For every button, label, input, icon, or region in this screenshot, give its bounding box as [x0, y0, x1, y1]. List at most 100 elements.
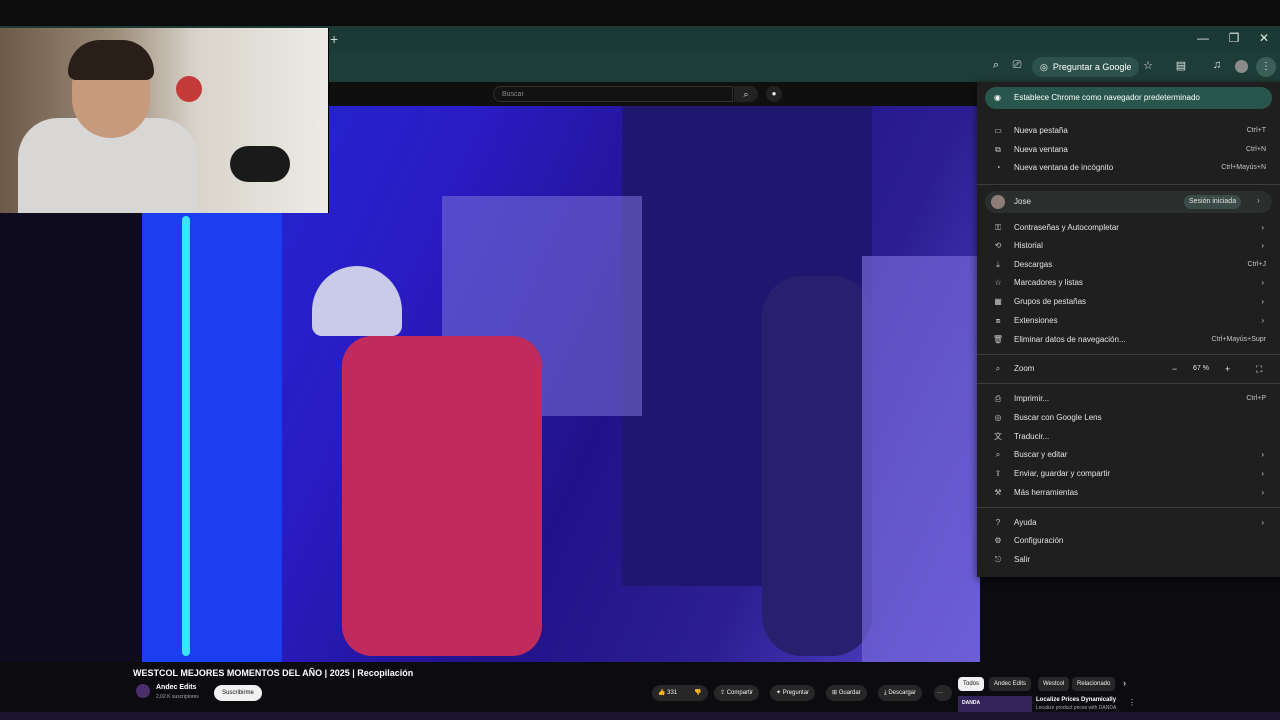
zoom-value: 67 %: [1193, 365, 1209, 372]
menu-item-more-tools[interactable]: ⚒ Más herramientas ›: [985, 484, 1272, 502]
menu-item-find-edit[interactable]: ⌕ Buscar y editar ›: [985, 446, 1272, 464]
media-control-icon[interactable]: ♫: [1209, 59, 1225, 71]
chevron-right-icon: ›: [1261, 450, 1264, 459]
menu-item-incognito[interactable]: ◔ Nueva ventana de incógnito Ctrl+Mayús+…: [985, 159, 1272, 177]
menu-item-label: Contraseñas y Autocompletar: [1014, 223, 1119, 232]
zoom-out-button[interactable]: −: [1172, 360, 1177, 378]
menu-item-shortcut: Ctrl+T: [1246, 127, 1266, 134]
chips-next-arrow[interactable]: ›: [1123, 678, 1126, 688]
profile-status-badge: Sesión iniciada: [1184, 195, 1242, 209]
set-default-label: Establece Chrome como navegador predeter…: [1014, 93, 1200, 102]
new-tab-button[interactable]: +: [330, 31, 338, 47]
menu-item-new-tab[interactable]: ▭ Nueva pestaña Ctrl+T: [985, 122, 1272, 140]
google-lens-icon: ◎: [994, 413, 1002, 422]
tools-icon: ⚒: [994, 488, 1002, 497]
chip-andec-edits[interactable]: Andec Edits: [989, 677, 1032, 691]
trash-icon: 🗑: [992, 335, 1004, 344]
menu-item-google-lens[interactable]: ◎ Buscar con Google Lens: [985, 409, 1272, 427]
menu-item-history[interactable]: ⟲ Historial ›: [985, 237, 1272, 255]
menu-item-label: Extensiones: [1014, 316, 1058, 325]
search-icon[interactable]: ⌕: [734, 86, 758, 102]
close-window-button[interactable]: ✕: [1254, 31, 1274, 45]
subscribe-button[interactable]: Suscribirme: [214, 685, 262, 701]
menu-item-shortcut: Ctrl+J: [1247, 261, 1266, 268]
channel-subscribers: 2,02 K suscriptores: [156, 694, 199, 700]
chevron-right-icon: ›: [1261, 316, 1264, 325]
menu-item-passwords[interactable]: ⚿ Contraseñas y Autocompletar ›: [985, 219, 1272, 237]
menu-item-new-window[interactable]: ⧉ Nueva ventana Ctrl+N: [985, 141, 1272, 159]
menu-item-label: Marcadores y listas: [1014, 278, 1083, 287]
chip-westcol[interactable]: Westcol: [1038, 677, 1070, 691]
bookmark-star-icon[interactable]: ☆: [1140, 59, 1156, 72]
minimize-button[interactable]: —: [1193, 31, 1213, 45]
print-icon: ⎙: [994, 394, 1002, 403]
menu-item-bookmarks[interactable]: ☆ Marcadores y listas ›: [985, 274, 1272, 292]
zoom-icon: ⌕: [995, 364, 1001, 373]
zoom-in-button[interactable]: +: [1225, 360, 1230, 378]
chevron-right-icon: ›: [1261, 297, 1264, 306]
video-person-2: [762, 276, 872, 656]
ask-button[interactable]: ✦ Preguntar: [770, 685, 816, 701]
dislike-button[interactable]: 👎: [690, 685, 708, 701]
menu-divider: [977, 184, 1280, 185]
video-glow-right: [862, 256, 980, 662]
menu-item-exit[interactable]: ⎋ Salir: [985, 551, 1272, 569]
google-lens-icon: ◎: [1040, 61, 1048, 72]
menu-item-extensions[interactable]: ⧈ Extensiones ›: [985, 312, 1272, 330]
menu-item-label: Historial: [1014, 241, 1043, 250]
channel-avatar[interactable]: [136, 684, 150, 698]
profile-avatar-icon[interactable]: [1235, 60, 1248, 73]
help-icon: ?: [995, 518, 1001, 527]
menu-item-downloads[interactable]: ⤓ Descargas Ctrl+J: [985, 256, 1272, 274]
set-default-browser-item[interactable]: ◉ Establece Chrome como navegador predet…: [985, 87, 1272, 109]
download-icon: ⤓: [996, 260, 1000, 269]
recommendation-menu-icon[interactable]: ⋮: [1128, 698, 1136, 707]
side-panel-icon[interactable]: ▤: [1173, 59, 1189, 72]
menu-item-label: Buscar con Google Lens: [1014, 413, 1102, 422]
menu-dots-icon[interactable]: ⋮: [1256, 57, 1276, 77]
menu-item-label: Nueva pestaña: [1014, 126, 1068, 135]
video-wall-left: [142, 206, 282, 662]
menu-item-label: Eliminar datos de navegación...: [1014, 335, 1126, 344]
menu-item-zoom: ⌕ Zoom − 67 % + ⛶: [985, 360, 1272, 378]
share-button[interactable]: ⇪ Compartir: [714, 685, 760, 701]
chip-relacionado[interactable]: Relacionado: [1072, 677, 1116, 691]
like-count: 331: [667, 690, 678, 696]
ask-google-button[interactable]: ◎ Preguntar a Google: [1032, 57, 1140, 77]
webcam-microphone: [230, 146, 290, 182]
restore-button[interactable]: ❐: [1224, 31, 1244, 45]
ask-label: Preguntar: [782, 690, 810, 696]
menu-item-share[interactable]: ⇪ Enviar, guardar y compartir ›: [985, 465, 1272, 483]
menu-item-label: Imprimir...: [1014, 394, 1050, 403]
save-button[interactable]: ⊞ Guardar: [826, 685, 867, 701]
history-icon: ⟲: [994, 241, 1002, 250]
video-person: [342, 336, 542, 656]
channel-name[interactable]: Andec Edits: [156, 684, 196, 691]
menu-item-label: Más herramientas: [1014, 488, 1079, 497]
menu-item-translate[interactable]: 文 Traducir...: [985, 428, 1272, 446]
microphone-icon[interactable]: ●: [766, 86, 782, 102]
menu-item-tab-groups[interactable]: ▦ Grupos de pestañas ›: [985, 293, 1272, 311]
chip-todos[interactable]: Todos: [958, 677, 985, 691]
recommendation-thumbnail-label: DANDA: [962, 700, 981, 706]
incognito-icon: ◔: [995, 163, 1001, 172]
chevron-right-icon: ›: [1261, 518, 1264, 527]
menu-item-clear-data[interactable]: 🗑 Eliminar datos de navegación... Ctrl+M…: [985, 331, 1272, 349]
menu-item-print[interactable]: ⎙ Imprimir... Ctrl+P: [985, 390, 1272, 408]
settings-icon: ⚙: [994, 536, 1002, 545]
menu-item-label: Buscar y editar: [1014, 450, 1068, 459]
menu-item-help[interactable]: ? Ayuda ›: [985, 514, 1272, 532]
thumbs-up-icon: 👍: [658, 690, 668, 696]
thumbs-down-icon: 👎: [694, 690, 702, 696]
menu-item-label: Ayuda: [1014, 518, 1037, 527]
zoom-icon[interactable]: ⌕: [988, 59, 1004, 72]
menu-item-settings[interactable]: ⚙ Configuración: [985, 532, 1272, 550]
cast-icon[interactable]: ⎚: [1009, 59, 1025, 72]
more-actions-button[interactable]: ···: [934, 685, 952, 701]
extensions-icon: ⧈: [995, 316, 1001, 325]
chevron-right-icon: ›: [1257, 196, 1260, 205]
fullscreen-icon[interactable]: ⛶: [1256, 360, 1262, 378]
download-button[interactable]: ⤓ Descargar: [878, 685, 923, 701]
recommendation-title[interactable]: Localize Prices Dynamically: [1036, 697, 1116, 703]
search-input[interactable]: Buscar: [493, 86, 733, 102]
